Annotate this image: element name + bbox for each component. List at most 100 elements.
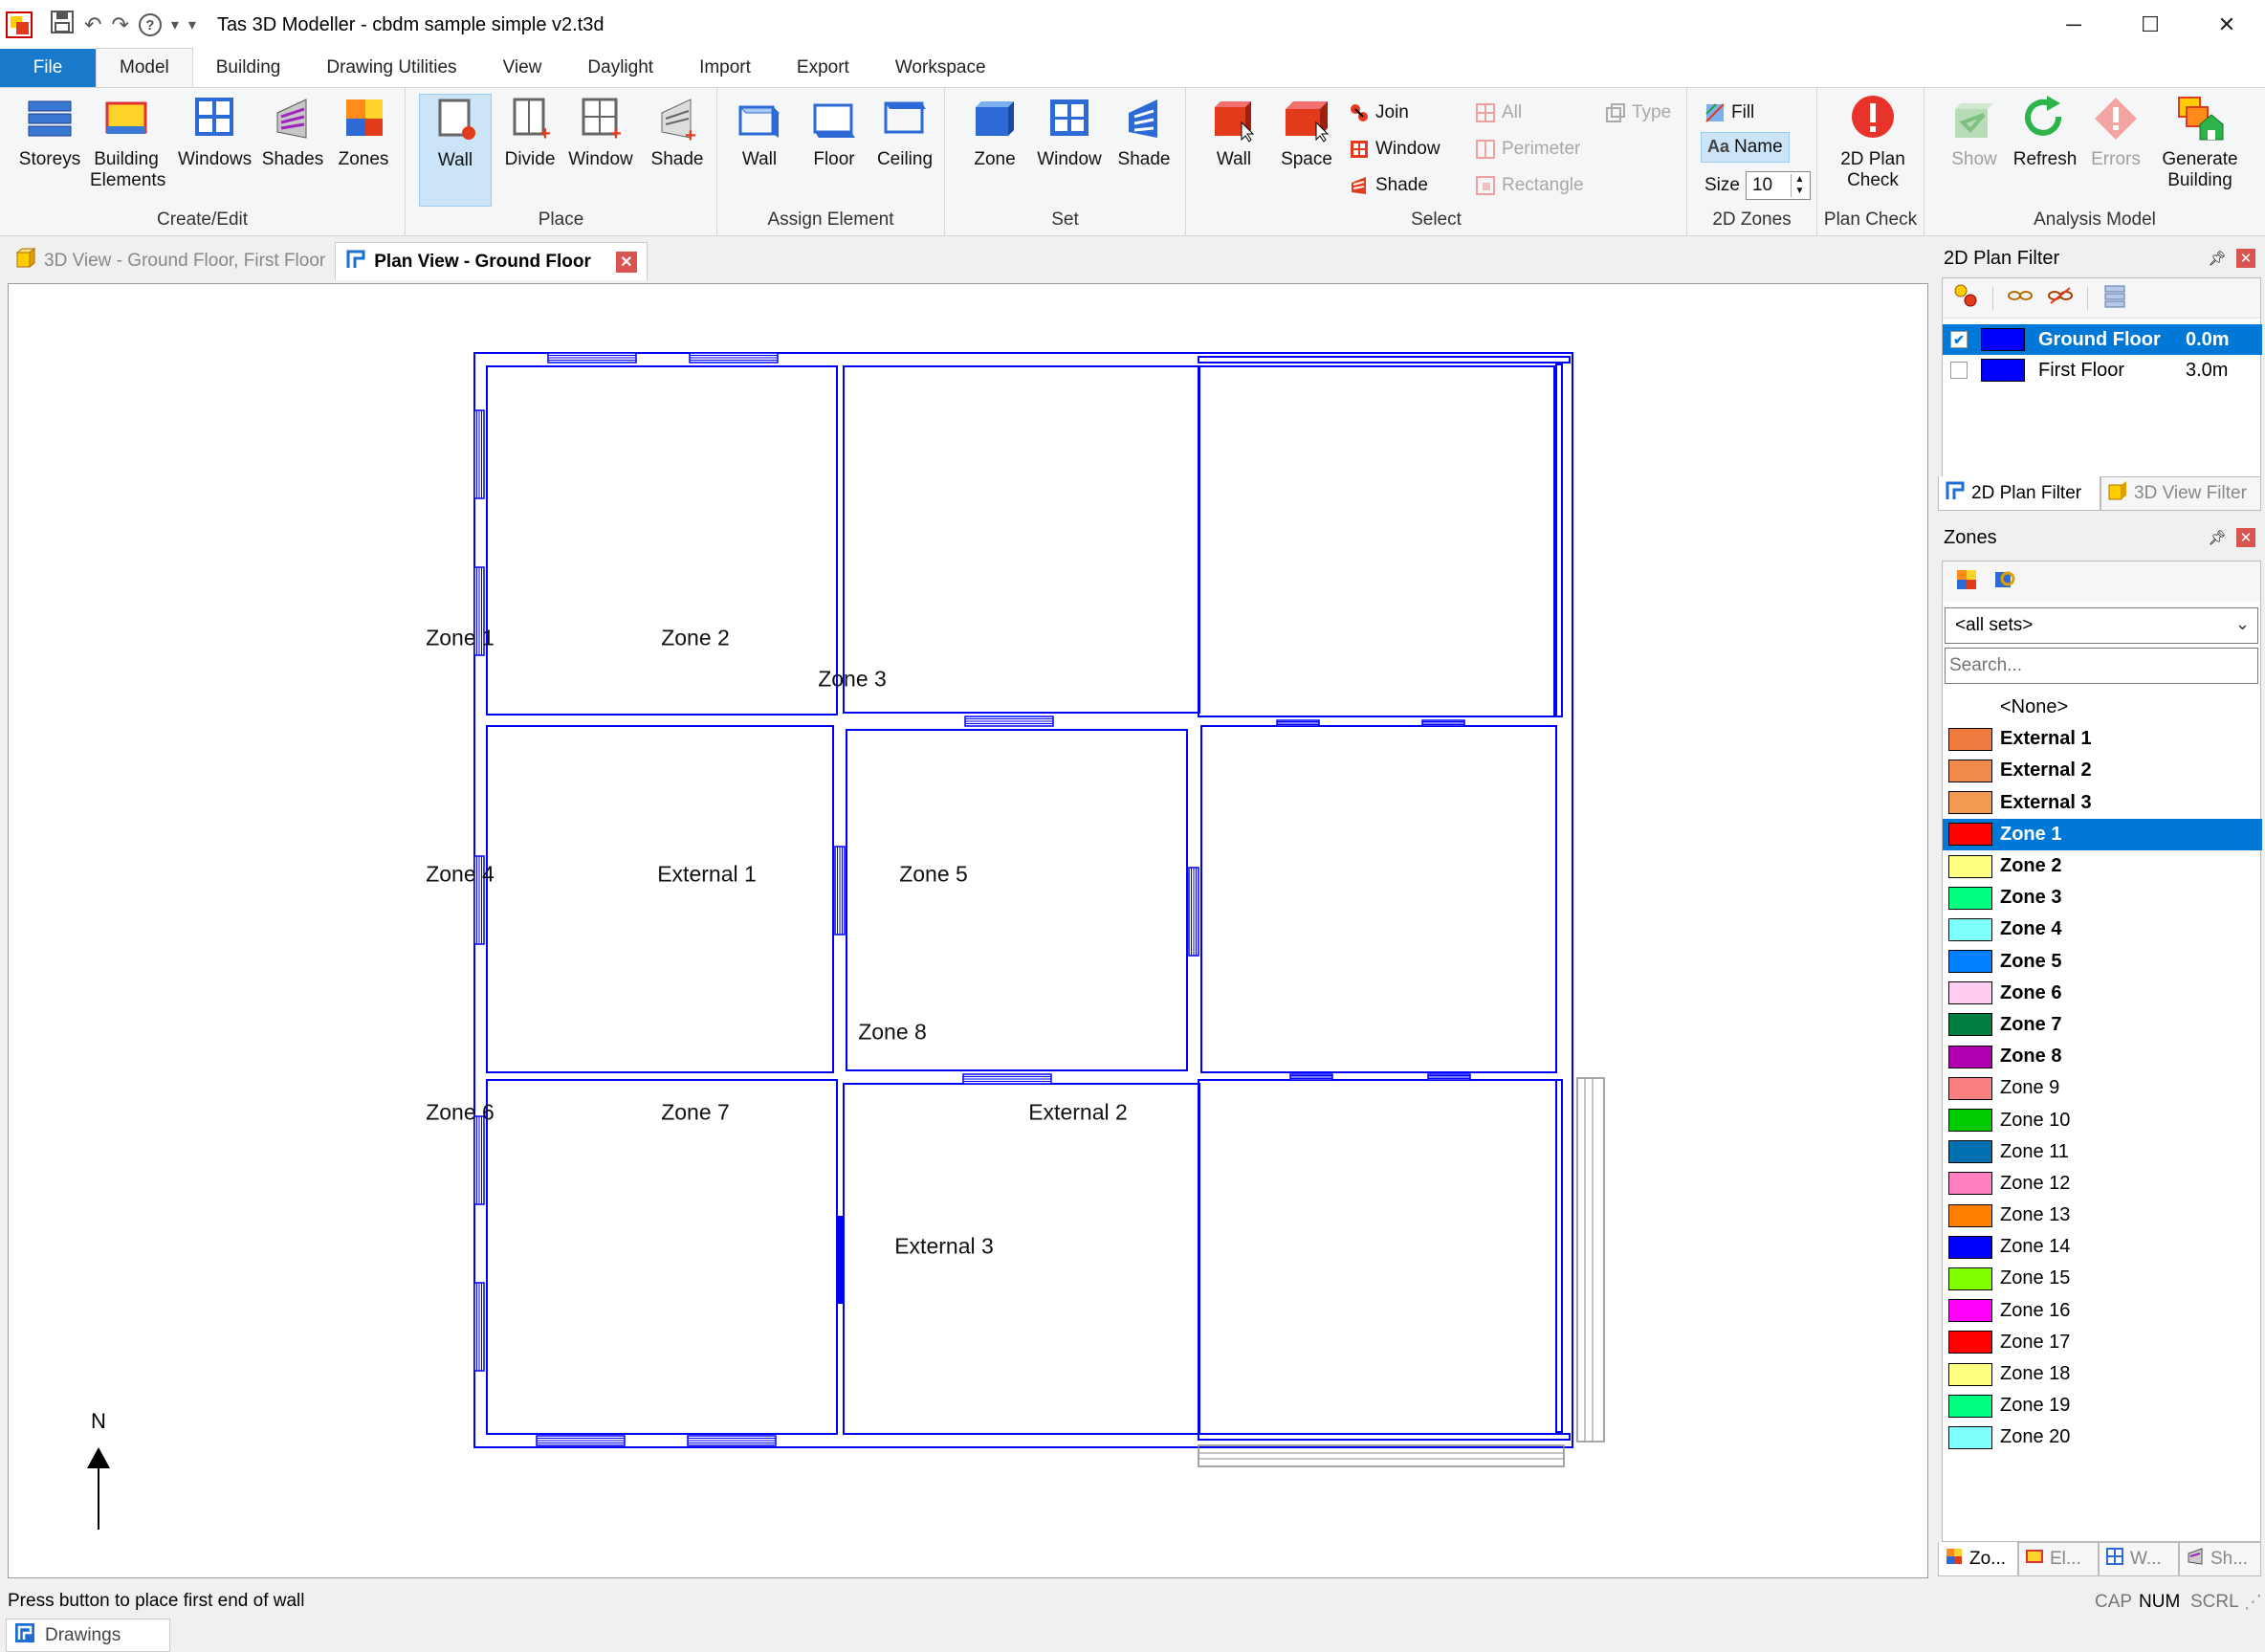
set-zone-button[interactable]: Zone	[958, 94, 1031, 207]
room-outline[interactable]	[1198, 365, 1555, 717]
2d-plan-check-button[interactable]: 2D Plan Check	[1833, 94, 1913, 207]
save-icon[interactable]	[50, 10, 75, 40]
select-rectangle-button[interactable]: Rectangle	[1475, 170, 1584, 201]
list-item[interactable]: Zone 9	[1943, 1072, 2262, 1104]
list-item[interactable]: Zone 17	[1943, 1327, 2262, 1358]
errors-button[interactable]: Errors	[2079, 94, 2152, 207]
close-button[interactable]: ✕	[2188, 0, 2265, 50]
zone-label[interactable]: Zone 4	[426, 862, 495, 888]
zone-search-input[interactable]	[1945, 648, 2258, 684]
select-join-button[interactable]: Join	[1349, 98, 1409, 128]
tab-zones[interactable]: Zo...	[1938, 1542, 2018, 1576]
list-item[interactable]: Zone 7	[1943, 1009, 2262, 1041]
size-spinner[interactable]: 10 ▲ ▼	[1745, 171, 1811, 200]
wall-outline[interactable]	[1555, 1079, 1563, 1433]
undo-icon[interactable]: ↶	[84, 12, 101, 37]
spinner-arrows-icon[interactable]: ▲ ▼	[1790, 174, 1808, 197]
tab-3d-view-filter[interactable]: 3D View Filter	[2100, 476, 2261, 511]
tab-view[interactable]: View	[480, 49, 565, 87]
select-window-button[interactable]: Window	[1349, 134, 1440, 165]
shades-button[interactable]: Shades	[256, 94, 329, 207]
window-mark[interactable]	[1276, 719, 1320, 727]
tab-2d-plan-filter[interactable]: 2D Plan Filter	[1938, 476, 2100, 511]
zone-set-select[interactable]: <all sets> ⌄	[1945, 607, 2258, 644]
room-outline[interactable]	[1200, 725, 1557, 1073]
drawings-tab[interactable]: Drawings	[6, 1619, 170, 1652]
pin-icon[interactable]: 📌︎	[2208, 249, 2227, 268]
close-panel-icon[interactable]: ✕	[2236, 249, 2255, 268]
zone-label[interactable]: External 2	[1028, 1100, 1128, 1126]
list-item[interactable]: Zone 18	[1943, 1358, 2262, 1390]
window-mark[interactable]	[473, 1115, 485, 1205]
window-mark[interactable]	[687, 1435, 777, 1446]
floor-visible-checkbox[interactable]	[1950, 362, 1968, 379]
tab-model[interactable]: Model	[96, 48, 193, 87]
list-item-none[interactable]: <None>	[1943, 692, 2262, 723]
minimize-button[interactable]: ─	[2035, 0, 2112, 50]
list-item[interactable]: External 1	[1943, 723, 2262, 755]
select-space-button[interactable]: Space	[1270, 94, 1343, 207]
tab-daylight[interactable]: Daylight	[564, 49, 676, 87]
refresh-button[interactable]: Refresh	[2009, 94, 2081, 207]
window-mark[interactable]	[1427, 1073, 1471, 1081]
place-wall-button[interactable]: Wall	[419, 94, 492, 207]
zones-button[interactable]: Zones	[327, 94, 400, 207]
divide-button[interactable]: + Divide	[494, 94, 566, 207]
plan-view-canvas[interactable]: Zone 1 Zone 2 Zone 3 Zone 4 External 1 Zone 5…	[8, 283, 1928, 1578]
tab-shades[interactable]: Sh...	[2179, 1542, 2261, 1576]
window-mark[interactable]	[536, 1435, 626, 1446]
zone-label[interactable]: Zone 2	[661, 626, 730, 651]
building-outline[interactable]	[473, 352, 1573, 1448]
list-item[interactable]: Zone 15	[1943, 1263, 2262, 1294]
external-3-outline[interactable]	[1198, 1444, 1565, 1467]
set-window-button[interactable]: Window	[1033, 94, 1106, 207]
door-mark[interactable]	[837, 1216, 843, 1304]
window-mark[interactable]	[689, 352, 779, 363]
zone-find-icon[interactable]	[1992, 567, 2017, 597]
list-item[interactable]: External 2	[1943, 755, 2262, 786]
assign-floor-button[interactable]: Floor	[798, 94, 870, 207]
list-item[interactable]: Zone 16	[1943, 1295, 2262, 1327]
redo-icon[interactable]: ↷	[111, 12, 128, 37]
tab-export[interactable]: Export	[774, 49, 872, 87]
building-elements-button[interactable]: Building Elements	[90, 94, 165, 207]
help-dropdown-icon[interactable]: ▾	[171, 15, 179, 34]
list-item[interactable]: Zone 12	[1943, 1168, 2262, 1200]
window-mark[interactable]	[1421, 719, 1465, 727]
zone-label[interactable]: Zone 8	[858, 1020, 927, 1046]
list-item[interactable]: Zone 14	[1943, 1231, 2262, 1263]
select-perimeter-button[interactable]: Perimeter	[1475, 134, 1580, 165]
wall-outline[interactable]	[1555, 363, 1563, 717]
tab-windows[interactable]: W...	[2099, 1542, 2179, 1576]
set-shade-button[interactable]: Shade	[1108, 94, 1180, 207]
zone-label[interactable]: External 1	[657, 862, 757, 888]
list-item[interactable]: Zone 10	[1943, 1104, 2262, 1135]
filter-select-icon[interactable]	[1952, 282, 1979, 314]
list-item[interactable]: External 3	[1943, 787, 2262, 819]
window-mark[interactable]	[473, 1282, 485, 1372]
pin-icon[interactable]: 📌︎	[2208, 528, 2227, 547]
storeys-button[interactable]: Storeys	[13, 94, 86, 207]
room-outline[interactable]	[486, 1079, 838, 1435]
zone-label[interactable]: Zone 6	[426, 1100, 495, 1126]
assign-ceiling-button[interactable]: Ceiling	[869, 94, 941, 207]
window-mark[interactable]	[1289, 1073, 1333, 1081]
tab-elements[interactable]: El...	[2018, 1542, 2099, 1576]
wall-outline[interactable]	[1198, 1433, 1571, 1441]
list-item[interactable]: Zone 2	[1943, 850, 2262, 882]
zone-label[interactable]: External 3	[894, 1234, 994, 1260]
assign-wall-button[interactable]: Wall	[723, 94, 796, 207]
wall-outline[interactable]	[1198, 356, 1571, 363]
select-wall-button[interactable]: Wall	[1198, 94, 1270, 207]
close-tab-icon[interactable]: ✕	[615, 251, 637, 273]
room-outline[interactable]	[843, 365, 1200, 714]
list-item[interactable]: Zone 1	[1943, 818, 2262, 850]
maximize-button[interactable]: ☐	[2112, 0, 2188, 50]
zone-label[interactable]: Zone 3	[818, 667, 887, 693]
list-item[interactable]: Zone 19	[1943, 1390, 2262, 1421]
floor-row-ground-floor[interactable]: ✔ Ground Floor 0.0m	[1943, 324, 2262, 355]
zone-label[interactable]: Zone 7	[661, 1100, 730, 1126]
zones-fill-button[interactable]: Fill	[1704, 98, 1754, 128]
select-type-button[interactable]: Type	[1605, 98, 1671, 128]
list-item[interactable]: Zone 5	[1943, 946, 2262, 978]
